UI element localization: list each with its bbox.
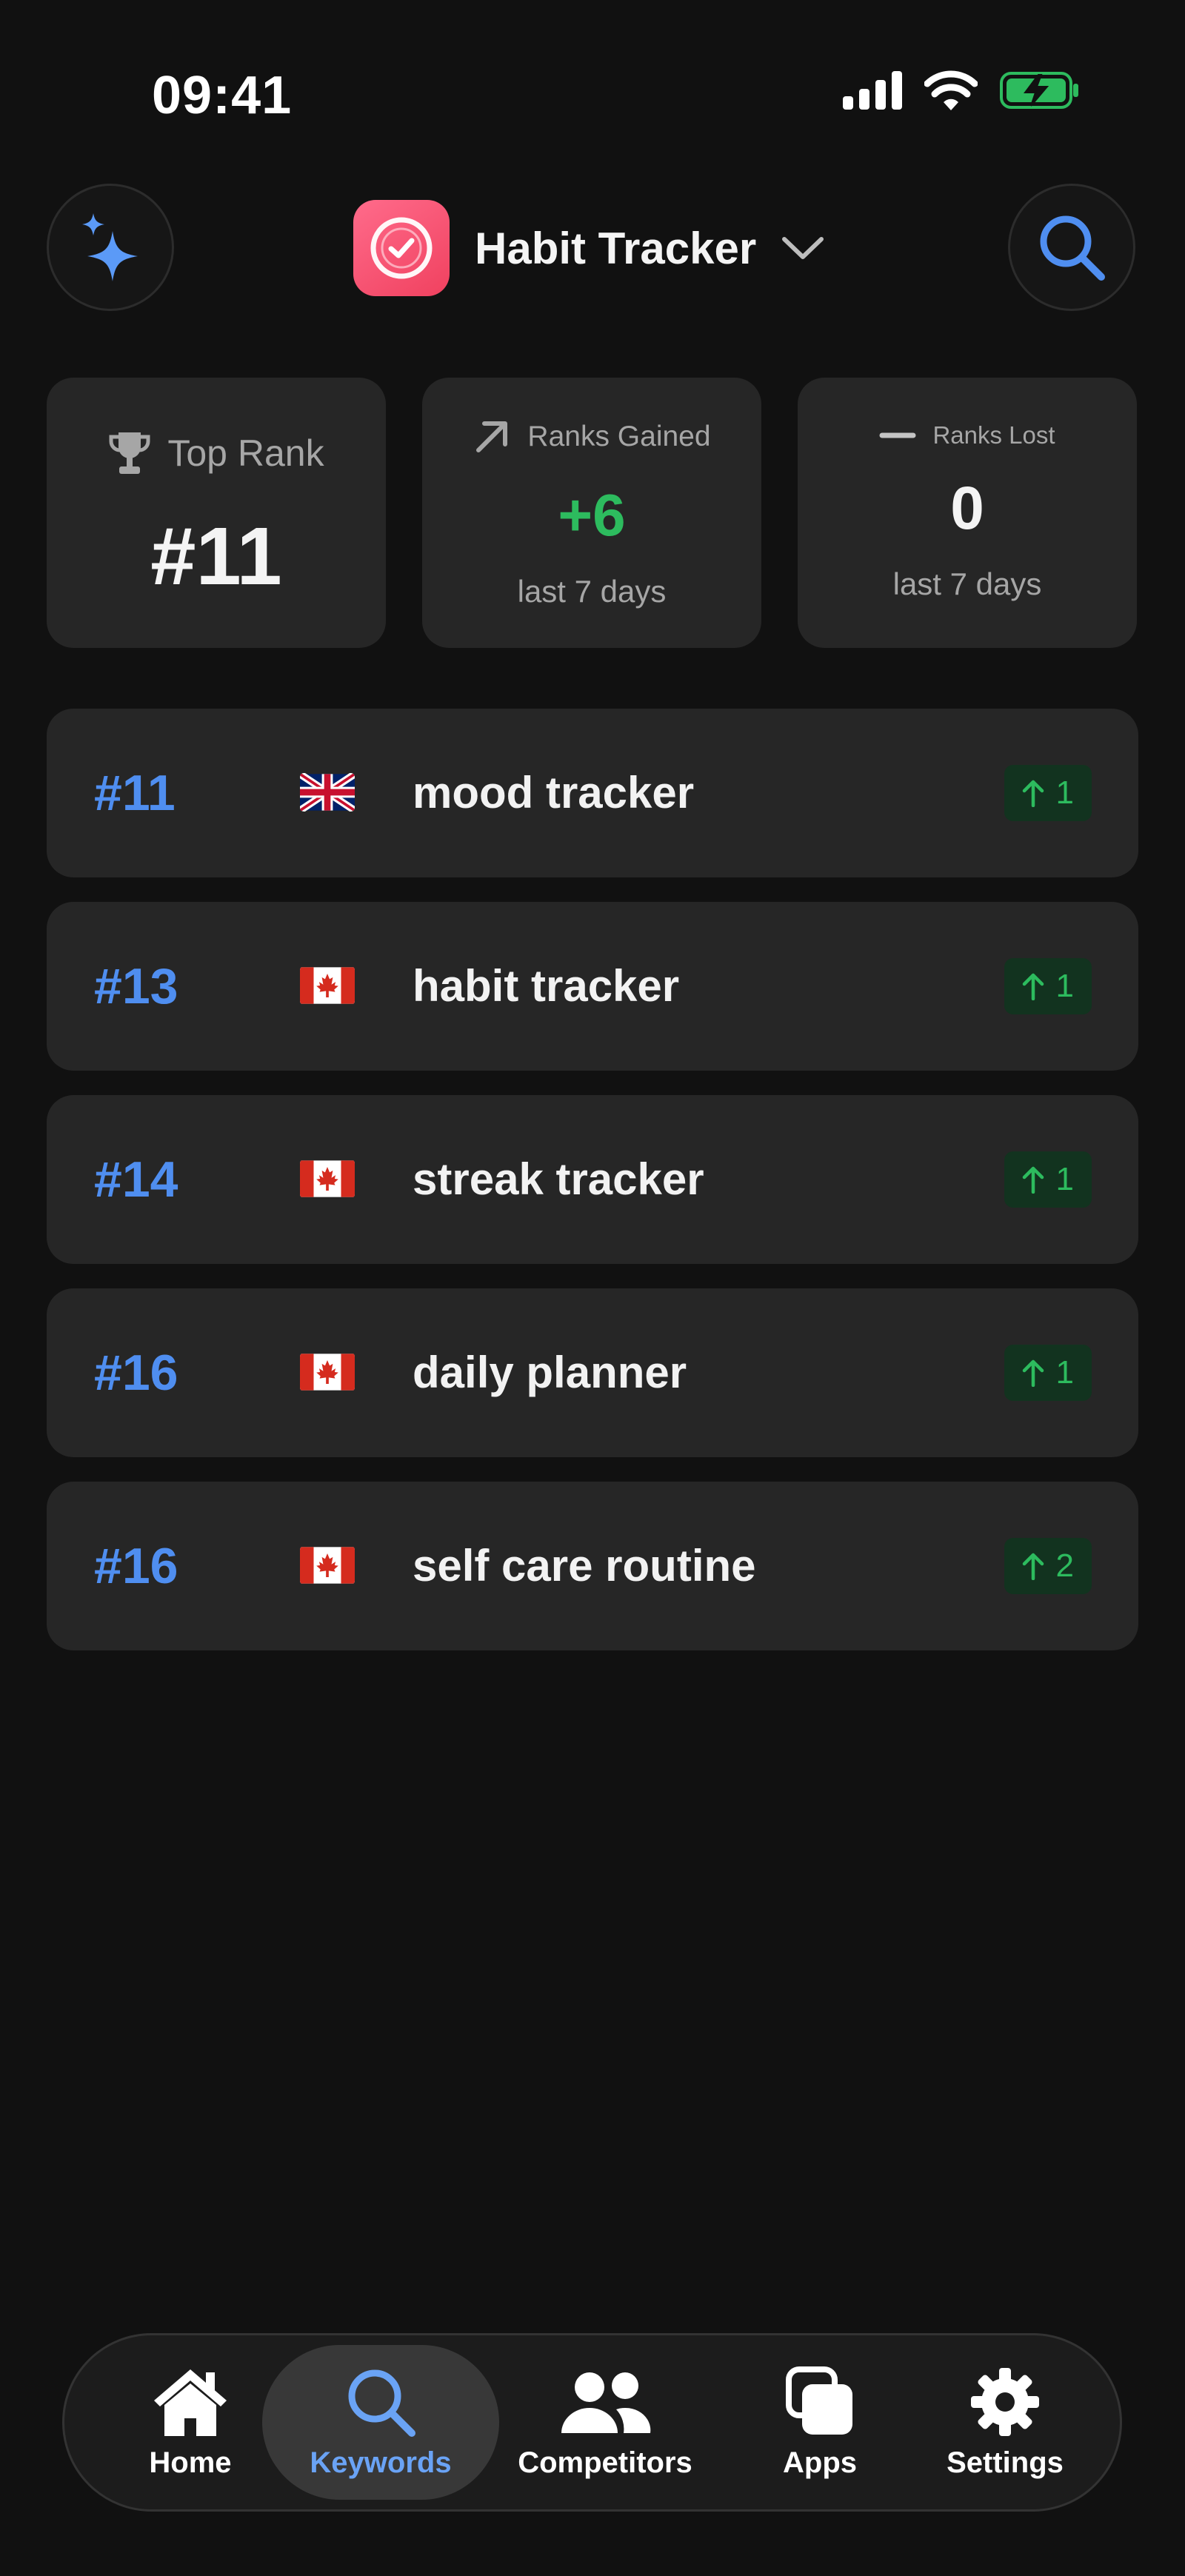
tab-settings[interactable]: Settings <box>924 2335 1086 2509</box>
keyword-row[interactable]: #11 mood tracker 1 <box>47 709 1138 877</box>
keyword-rank: #13 <box>94 958 178 1014</box>
home-icon <box>154 2369 227 2436</box>
arrow-up-icon <box>1022 973 1044 1000</box>
tab-apps[interactable]: Apps <box>753 2335 887 2509</box>
wifi-icon <box>924 70 978 110</box>
ranks-gained-label: Ranks Gained <box>527 421 711 452</box>
ranks-lost-value: 0 <box>950 475 984 542</box>
ranks-lost-card: Ranks Lost 0 last 7 days <box>798 378 1137 648</box>
keyword-rank: #14 <box>94 1151 178 1208</box>
rank-change-value: 1 <box>1055 775 1074 811</box>
keyword-row[interactable]: #16 self care routine 2 <box>47 1482 1138 1650</box>
battery-charging-icon <box>1000 72 1078 109</box>
keyword-text: habit tracker <box>413 961 680 1011</box>
rank-change-value: 1 <box>1055 968 1074 1004</box>
app-logo-icon <box>353 200 450 296</box>
rank-change-badge: 2 <box>1004 1538 1092 1594</box>
tab-label: Settings <box>947 2446 1064 2479</box>
ranks-lost-period: last 7 days <box>892 566 1042 601</box>
rank-change-badge: 1 <box>1004 1151 1092 1208</box>
people-icon <box>561 2372 651 2433</box>
ranks-lost-label: Ranks Lost <box>932 421 1055 449</box>
tab-label: Apps <box>783 2446 857 2479</box>
arrow-up-icon <box>1022 1359 1044 1387</box>
keyword-rank: #16 <box>94 1538 178 1594</box>
sparkle-icon <box>82 213 138 281</box>
rank-change-value: 2 <box>1055 1548 1074 1584</box>
tab-home[interactable]: Home <box>116 2335 264 2509</box>
top-rank-label: Top Rank <box>167 432 324 474</box>
canada-flag-icon <box>300 967 355 1004</box>
arrow-up-icon <box>1022 780 1044 807</box>
search-button[interactable] <box>1008 184 1135 311</box>
uk-flag-icon <box>300 773 355 812</box>
apps-icon <box>786 2366 852 2435</box>
arrow-up-right-icon <box>476 421 508 452</box>
top-rank-card: Top Rank #11 <box>47 378 386 648</box>
canada-flag-icon <box>300 1354 355 1391</box>
trophy-icon <box>109 432 150 474</box>
arrow-up-icon <box>1022 1553 1044 1580</box>
rank-change-value: 1 <box>1055 1354 1074 1391</box>
keyword-text: mood tracker <box>413 768 695 817</box>
chevron-down-icon <box>782 237 824 259</box>
ai-sparkle-button[interactable] <box>47 184 174 311</box>
keyword-row[interactable]: #13 habit tracker 1 <box>47 902 1138 1071</box>
gear-icon <box>971 2368 1039 2436</box>
keyword-text: streak tracker <box>413 1154 704 1204</box>
tab-label: Keywords <box>310 2446 452 2479</box>
app-selector[interactable]: Habit Tracker <box>353 200 824 296</box>
keyword-row[interactable]: #14 streak tracker 1 <box>47 1095 1138 1264</box>
top-rank-value: #11 <box>150 511 282 602</box>
keyword-row[interactable]: #16 daily planner 1 <box>47 1288 1138 1457</box>
tab-competitors[interactable]: Competitors <box>509 2335 701 2509</box>
search-icon <box>348 2369 415 2437</box>
rank-change-badge: 1 <box>1004 958 1092 1014</box>
tab-keywords[interactable]: Keywords <box>262 2335 499 2509</box>
tab-bar: Home Keywords Competitors Apps Settings <box>62 2333 1122 2512</box>
keyword-text: self care routine <box>413 1541 756 1590</box>
app-name: Habit Tracker <box>475 223 757 273</box>
rank-change-value: 1 <box>1055 1161 1074 1197</box>
canada-flag-icon <box>300 1547 355 1584</box>
ranks-gained-period: last 7 days <box>517 574 667 609</box>
ranks-gained-card: Ranks Gained +6 last 7 days <box>422 378 761 648</box>
keyword-rank: #11 <box>94 765 176 821</box>
status-icons <box>843 70 1080 110</box>
arrow-up-icon <box>1022 1166 1044 1194</box>
tab-label: Competitors <box>518 2446 692 2479</box>
keyword-text: daily planner <box>413 1348 687 1397</box>
status-time: 09:41 <box>152 66 293 125</box>
ranks-gained-value: +6 <box>558 482 626 548</box>
tab-label: Home <box>149 2446 232 2479</box>
rank-change-badge: 1 <box>1004 765 1092 821</box>
keyword-rank: #16 <box>94 1345 178 1401</box>
dash-icon <box>879 432 916 438</box>
cellular-signal-icon <box>843 71 902 110</box>
search-icon <box>1040 215 1105 281</box>
canada-flag-icon <box>300 1160 355 1197</box>
rank-change-badge: 1 <box>1004 1345 1092 1401</box>
